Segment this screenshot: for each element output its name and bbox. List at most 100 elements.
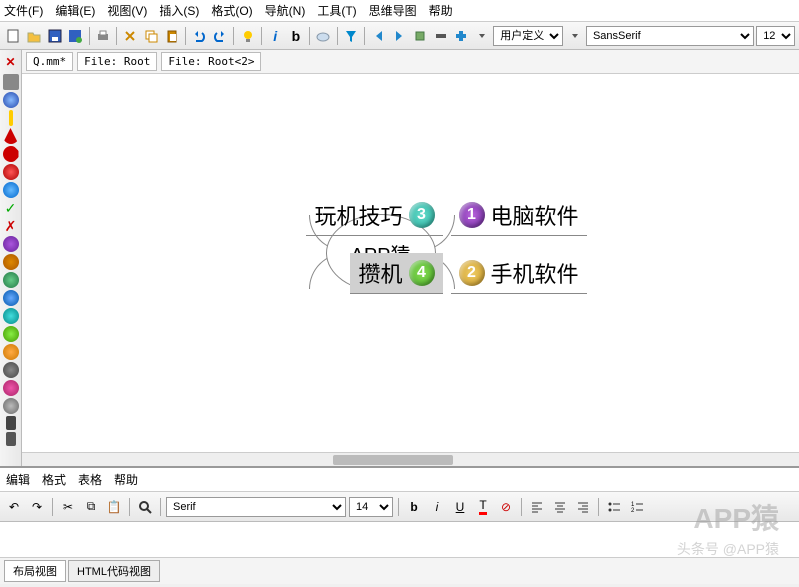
- node-pc-software[interactable]: 1 电脑软件: [451, 195, 587, 236]
- trash-icon[interactable]: [3, 74, 19, 90]
- bottom-menubar: 编辑 格式 表格 帮助: [0, 468, 799, 492]
- redo-icon[interactable]: [211, 26, 230, 46]
- clear-format-icon[interactable]: ⊘: [496, 497, 516, 517]
- node-tips[interactable]: 玩机技巧 3: [306, 195, 442, 236]
- align-left-icon[interactable]: [527, 497, 547, 517]
- dropdown-icon[interactable]: [565, 26, 584, 46]
- priority-8-icon[interactable]: [3, 362, 19, 378]
- dropdown-icon[interactable]: [473, 26, 492, 46]
- style-combo[interactable]: 用户定义.: [493, 26, 563, 46]
- bottom-panel: 编辑 格式 表格 帮助 ↶ ↷ ✂ ⧉ 📋 Serif 14 b i U T ⊘…: [0, 466, 799, 584]
- node-build[interactable]: 攒机 4: [350, 253, 442, 294]
- underline-icon[interactable]: U: [450, 497, 470, 517]
- bp-menu-table[interactable]: 表格: [78, 471, 102, 488]
- bold-icon[interactable]: b: [404, 497, 424, 517]
- stop-icon[interactable]: [3, 146, 19, 162]
- horizontal-scrollbar[interactable]: [22, 452, 799, 466]
- save-as-icon[interactable]: [66, 26, 85, 46]
- tab-layout-view[interactable]: 布局视图: [4, 560, 66, 582]
- separator: [398, 498, 399, 516]
- menu-mindmap[interactable]: 思维导图: [369, 2, 417, 19]
- help-icon[interactable]: [3, 92, 19, 108]
- bp-font-combo[interactable]: Serif: [166, 497, 346, 517]
- nav-left-icon[interactable]: [369, 26, 388, 46]
- menu-tools[interactable]: 工具(T): [317, 2, 356, 19]
- priority-0-icon[interactable]: [3, 398, 19, 414]
- priority-5-icon[interactable]: [3, 308, 19, 324]
- undo-icon[interactable]: ↶: [4, 497, 24, 517]
- open-icon[interactable]: [25, 26, 44, 46]
- align-center-icon[interactable]: [550, 497, 570, 517]
- filter-icon[interactable]: [342, 26, 361, 46]
- priority-4-icon[interactable]: [3, 290, 19, 306]
- italic-icon[interactable]: i: [427, 497, 447, 517]
- italic-icon[interactable]: i: [266, 26, 285, 46]
- separator: [52, 498, 53, 516]
- priority-6-icon[interactable]: [3, 326, 19, 342]
- font-size-combo[interactable]: 12: [756, 26, 795, 46]
- paste-icon[interactable]: 📋: [104, 497, 124, 517]
- menu-file[interactable]: 文件(F): [4, 2, 43, 19]
- priority-9-icon[interactable]: [3, 380, 19, 396]
- font-combo[interactable]: SansSerif: [586, 26, 754, 46]
- priority-7-icon[interactable]: [3, 344, 19, 360]
- mindmap-canvas[interactable]: APP猿 玩机技巧 3 攒机 4 1 电脑软件 2 手机软件: [22, 74, 799, 452]
- priority-1-icon[interactable]: [3, 236, 19, 252]
- node-mobile-software[interactable]: 2 手机软件: [451, 253, 587, 294]
- list-bullet-icon[interactable]: [604, 497, 624, 517]
- phone-icon[interactable]: [6, 432, 16, 446]
- add-box-icon[interactable]: [411, 26, 430, 46]
- separator: [160, 498, 161, 516]
- no-icon[interactable]: ✗: [3, 218, 19, 234]
- bp-menu-format[interactable]: 格式: [42, 471, 66, 488]
- tab-root2[interactable]: File: Root<2>: [161, 52, 261, 71]
- bold-icon[interactable]: b: [287, 26, 306, 46]
- copy-icon[interactable]: ⧉: [81, 497, 101, 517]
- list-number-icon[interactable]: 12: [627, 497, 647, 517]
- paste-icon[interactable]: [162, 26, 181, 46]
- cancel-icon[interactable]: [3, 164, 19, 180]
- tab-root1[interactable]: File: Root: [77, 52, 157, 71]
- remove-icon[interactable]: [431, 26, 450, 46]
- menu-format[interactable]: 格式(O): [211, 2, 252, 19]
- separator: [116, 27, 117, 45]
- tab-current[interactable]: Q.mm*: [26, 52, 73, 71]
- warning-icon[interactable]: [3, 128, 19, 144]
- menu-help[interactable]: 帮助: [429, 2, 453, 19]
- menu-navigate[interactable]: 导航(N): [265, 2, 306, 19]
- node-label: 电脑软件: [491, 199, 579, 231]
- priority-2-icon[interactable]: [3, 254, 19, 270]
- undo-icon[interactable]: [190, 26, 209, 46]
- idea-icon[interactable]: [238, 26, 257, 46]
- bp-menu-edit[interactable]: 编辑: [6, 471, 30, 488]
- close-icon[interactable]: ✕: [1, 52, 21, 72]
- ok-icon[interactable]: ✓: [3, 200, 19, 216]
- tab-html-view[interactable]: HTML代码视图: [68, 560, 160, 582]
- save-icon[interactable]: [45, 26, 64, 46]
- align-right-icon[interactable]: [573, 497, 593, 517]
- battery-icon[interactable]: [6, 416, 16, 430]
- cut-icon[interactable]: ✂: [58, 497, 78, 517]
- new-icon[interactable]: [4, 26, 23, 46]
- copy-icon[interactable]: [142, 26, 161, 46]
- separator: [89, 27, 90, 45]
- menu-insert[interactable]: 插入(S): [159, 2, 199, 19]
- info2-icon[interactable]: [3, 182, 19, 198]
- priority-3-icon[interactable]: [3, 272, 19, 288]
- menu-view[interactable]: 视图(V): [107, 2, 147, 19]
- font-color-icon[interactable]: T: [473, 497, 493, 517]
- menu-edit[interactable]: 编辑(E): [55, 2, 95, 19]
- info-icon[interactable]: [9, 110, 13, 126]
- nav-right-icon[interactable]: [390, 26, 409, 46]
- redo-icon[interactable]: ↷: [27, 497, 47, 517]
- bottom-toolbar: ↶ ↷ ✂ ⧉ 📋 Serif 14 b i U T ⊘ 12: [0, 492, 799, 522]
- cut-icon[interactable]: [121, 26, 140, 46]
- bp-menu-help[interactable]: 帮助: [114, 471, 138, 488]
- cloud-icon[interactable]: [314, 26, 333, 46]
- main-toolbar: i b 用户定义. SansSerif 12: [0, 22, 799, 50]
- add-sibling-icon[interactable]: [452, 26, 471, 46]
- find-icon[interactable]: [135, 497, 155, 517]
- scrollbar-thumb[interactable]: [333, 455, 453, 465]
- bp-size-combo[interactable]: 14: [349, 497, 393, 517]
- print-icon[interactable]: [94, 26, 113, 46]
